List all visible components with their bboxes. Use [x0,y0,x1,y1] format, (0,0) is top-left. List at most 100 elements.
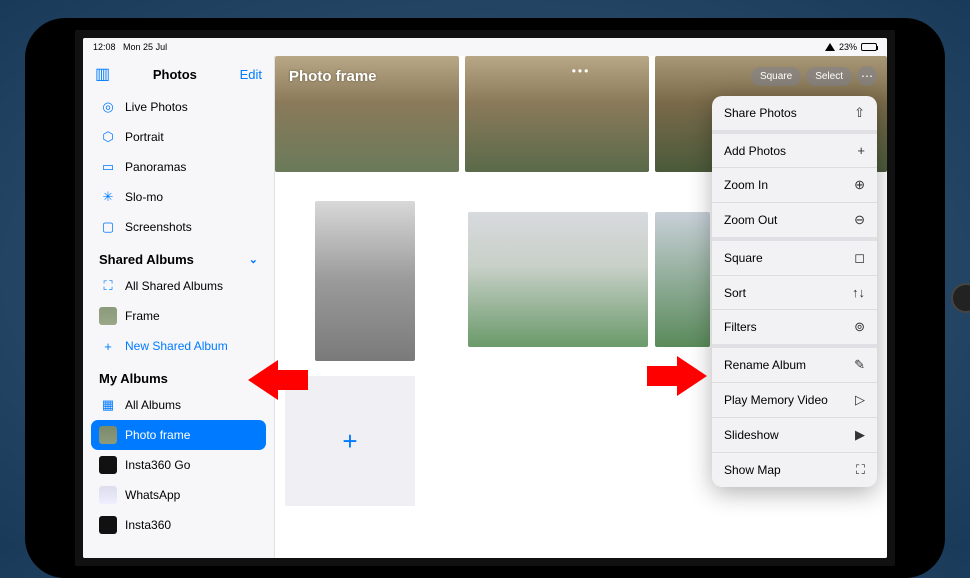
more-dots-icon[interactable]: ••• [572,64,591,78]
status-left: 12:08 Mon 25 Jul [93,42,167,52]
screenshots-icon: ▢ [99,218,117,236]
sidebar-item-label: Insta360 Go [125,458,190,472]
edit-button[interactable]: Edit [240,67,262,82]
album-thumb-icon [99,307,117,325]
section-title: Shared Albums [99,252,194,267]
album-thumb-icon [99,486,117,504]
menu-label: Show Map [724,463,781,477]
menu-item-sort[interactable]: Sort ↑↓ [712,276,877,310]
menu-label: Slideshow [724,428,779,442]
photo-thumb[interactable] [315,201,415,361]
annotation-arrow-icon [248,360,308,400]
album-thumb-icon [99,426,117,444]
sidebar: ▥ Photos Edit ◎ Live Photos ⬡ Portrait [83,56,275,558]
share-icon: ⇧ [854,105,865,121]
sidebar-item-label: Panoramas [125,160,186,174]
screen: 12:08 Mon 25 Jul 23% ▥ Photos Edit [83,38,887,558]
map-icon: ⛶ [856,462,865,478]
sidebar-item-whatsapp[interactable]: WhatsApp [91,480,266,510]
sidebar-item-screenshots[interactable]: ▢ Screenshots [91,212,266,242]
sidebar-item-label: New Shared Album [125,339,228,353]
menu-item-play-memory[interactable]: Play Memory Video ▷ [712,383,877,418]
slideshow-icon: ▶ [855,427,865,443]
sidebar-item-label: Insta360 [125,518,171,532]
sidebar-item-all-shared[interactable]: ⛶ All Shared Albums [91,271,266,301]
section-title: My Albums [99,371,168,386]
sidebar-item-label: Photo frame [125,428,190,442]
photo-thumb[interactable] [468,212,648,347]
menu-label: Square [724,251,763,265]
sidebar-item-photo-frame[interactable]: Photo frame [91,420,266,450]
sidebar-item-insta360go[interactable]: Insta360 Go [91,450,266,480]
sidebar-item-panoramas[interactable]: ▭ Panoramas [91,152,266,182]
sidebar-item-label: Slo-mo [125,190,163,204]
square-icon: ◻ [854,250,865,266]
menu-label: Filters [724,320,757,334]
annotation-arrow-icon [647,356,707,396]
play-icon: ▷ [855,392,865,408]
menu-item-zoom-out[interactable]: Zoom Out ⊖ [712,203,877,241]
menu-item-zoom-in[interactable]: Zoom In ⊕ [712,168,877,203]
all-shared-icon: ⛶ [99,277,117,295]
menu-item-share-photos[interactable]: Share Photos ⇧ [712,96,877,134]
sidebar-item-portrait[interactable]: ⬡ Portrait [91,122,266,152]
ipad-frame: 12:08 Mon 25 Jul 23% ▥ Photos Edit [25,18,945,578]
album-thumb-icon [99,516,117,534]
zoom-out-icon: ⊖ [854,212,865,228]
sidebar-item-frame[interactable]: Frame [91,301,266,331]
photo-thumb[interactable] [465,56,649,172]
home-button[interactable] [951,283,970,313]
sidebar-item-label: All Albums [125,398,181,412]
sidebar-item-label: Live Photos [125,100,188,114]
sidebar-item-live-photos[interactable]: ◎ Live Photos [91,92,266,122]
sidebar-item-label: All Shared Albums [125,279,223,293]
menu-label: Sort [724,286,746,300]
pencil-icon: ✎ [854,357,865,373]
photo-thumb[interactable] [655,212,710,347]
sidebar-item-label: Frame [125,309,160,323]
menu-label: Add Photos [724,144,786,158]
album-thumb-icon [99,456,117,474]
sidebar-item-new-shared[interactable]: + New Shared Album [91,331,266,361]
section-shared-albums[interactable]: Shared Albums ⌄ [91,242,266,271]
sidebar-item-insta360[interactable]: Insta360 [91,510,266,540]
menu-item-show-map[interactable]: Show Map ⛶ [712,453,877,487]
slomo-icon: ✳ [99,188,117,206]
sidebar-item-label: Portrait [125,130,164,144]
more-menu-button[interactable]: ⋯ [857,66,877,86]
sidebar-collapse-icon[interactable]: ▥ [95,64,110,84]
album-title: Photo frame [289,68,377,85]
plus-icon: + [857,143,865,158]
chevron-down-icon: ⌄ [249,253,258,266]
sidebar-item-all-albums[interactable]: ▦ All Albums [91,390,266,420]
portrait-icon: ⬡ [99,128,117,146]
menu-item-square[interactable]: Square ◻ [712,241,877,276]
menu-label: Zoom Out [724,213,777,227]
filters-icon: ⊚ [854,319,865,335]
status-time: 12:08 [93,42,116,52]
panoramas-icon: ▭ [99,158,117,176]
section-my-albums[interactable]: My Albums ⌄ [91,361,266,390]
menu-label: Rename Album [724,358,806,372]
sort-icon: ↑↓ [852,285,865,300]
sidebar-title: Photos [153,67,197,82]
menu-label: Play Memory Video [724,393,828,407]
battery-icon [861,43,877,51]
context-menu: Share Photos ⇧ Add Photos + Zoom In ⊕ [712,96,877,487]
wifi-icon [825,43,835,51]
square-toggle-button[interactable]: Square [751,67,801,86]
plus-icon: + [99,337,117,355]
status-date: Mon 25 Jul [123,42,167,52]
menu-item-rename-album[interactable]: Rename Album ✎ [712,348,877,383]
battery-pct: 23% [839,42,857,52]
album-content: Photo frame ••• Square Select ⋯ [275,56,887,558]
menu-item-add-photos[interactable]: Add Photos + [712,134,877,168]
menu-item-slideshow[interactable]: Slideshow ▶ [712,418,877,453]
live-photos-icon: ◎ [99,98,117,116]
select-button[interactable]: Select [806,67,852,86]
menu-item-filters[interactable]: Filters ⊚ [712,310,877,348]
sidebar-item-slomo[interactable]: ✳ Slo-mo [91,182,266,212]
all-albums-icon: ▦ [99,396,117,414]
menu-label: Zoom In [724,178,768,192]
zoom-in-icon: ⊕ [854,177,865,193]
